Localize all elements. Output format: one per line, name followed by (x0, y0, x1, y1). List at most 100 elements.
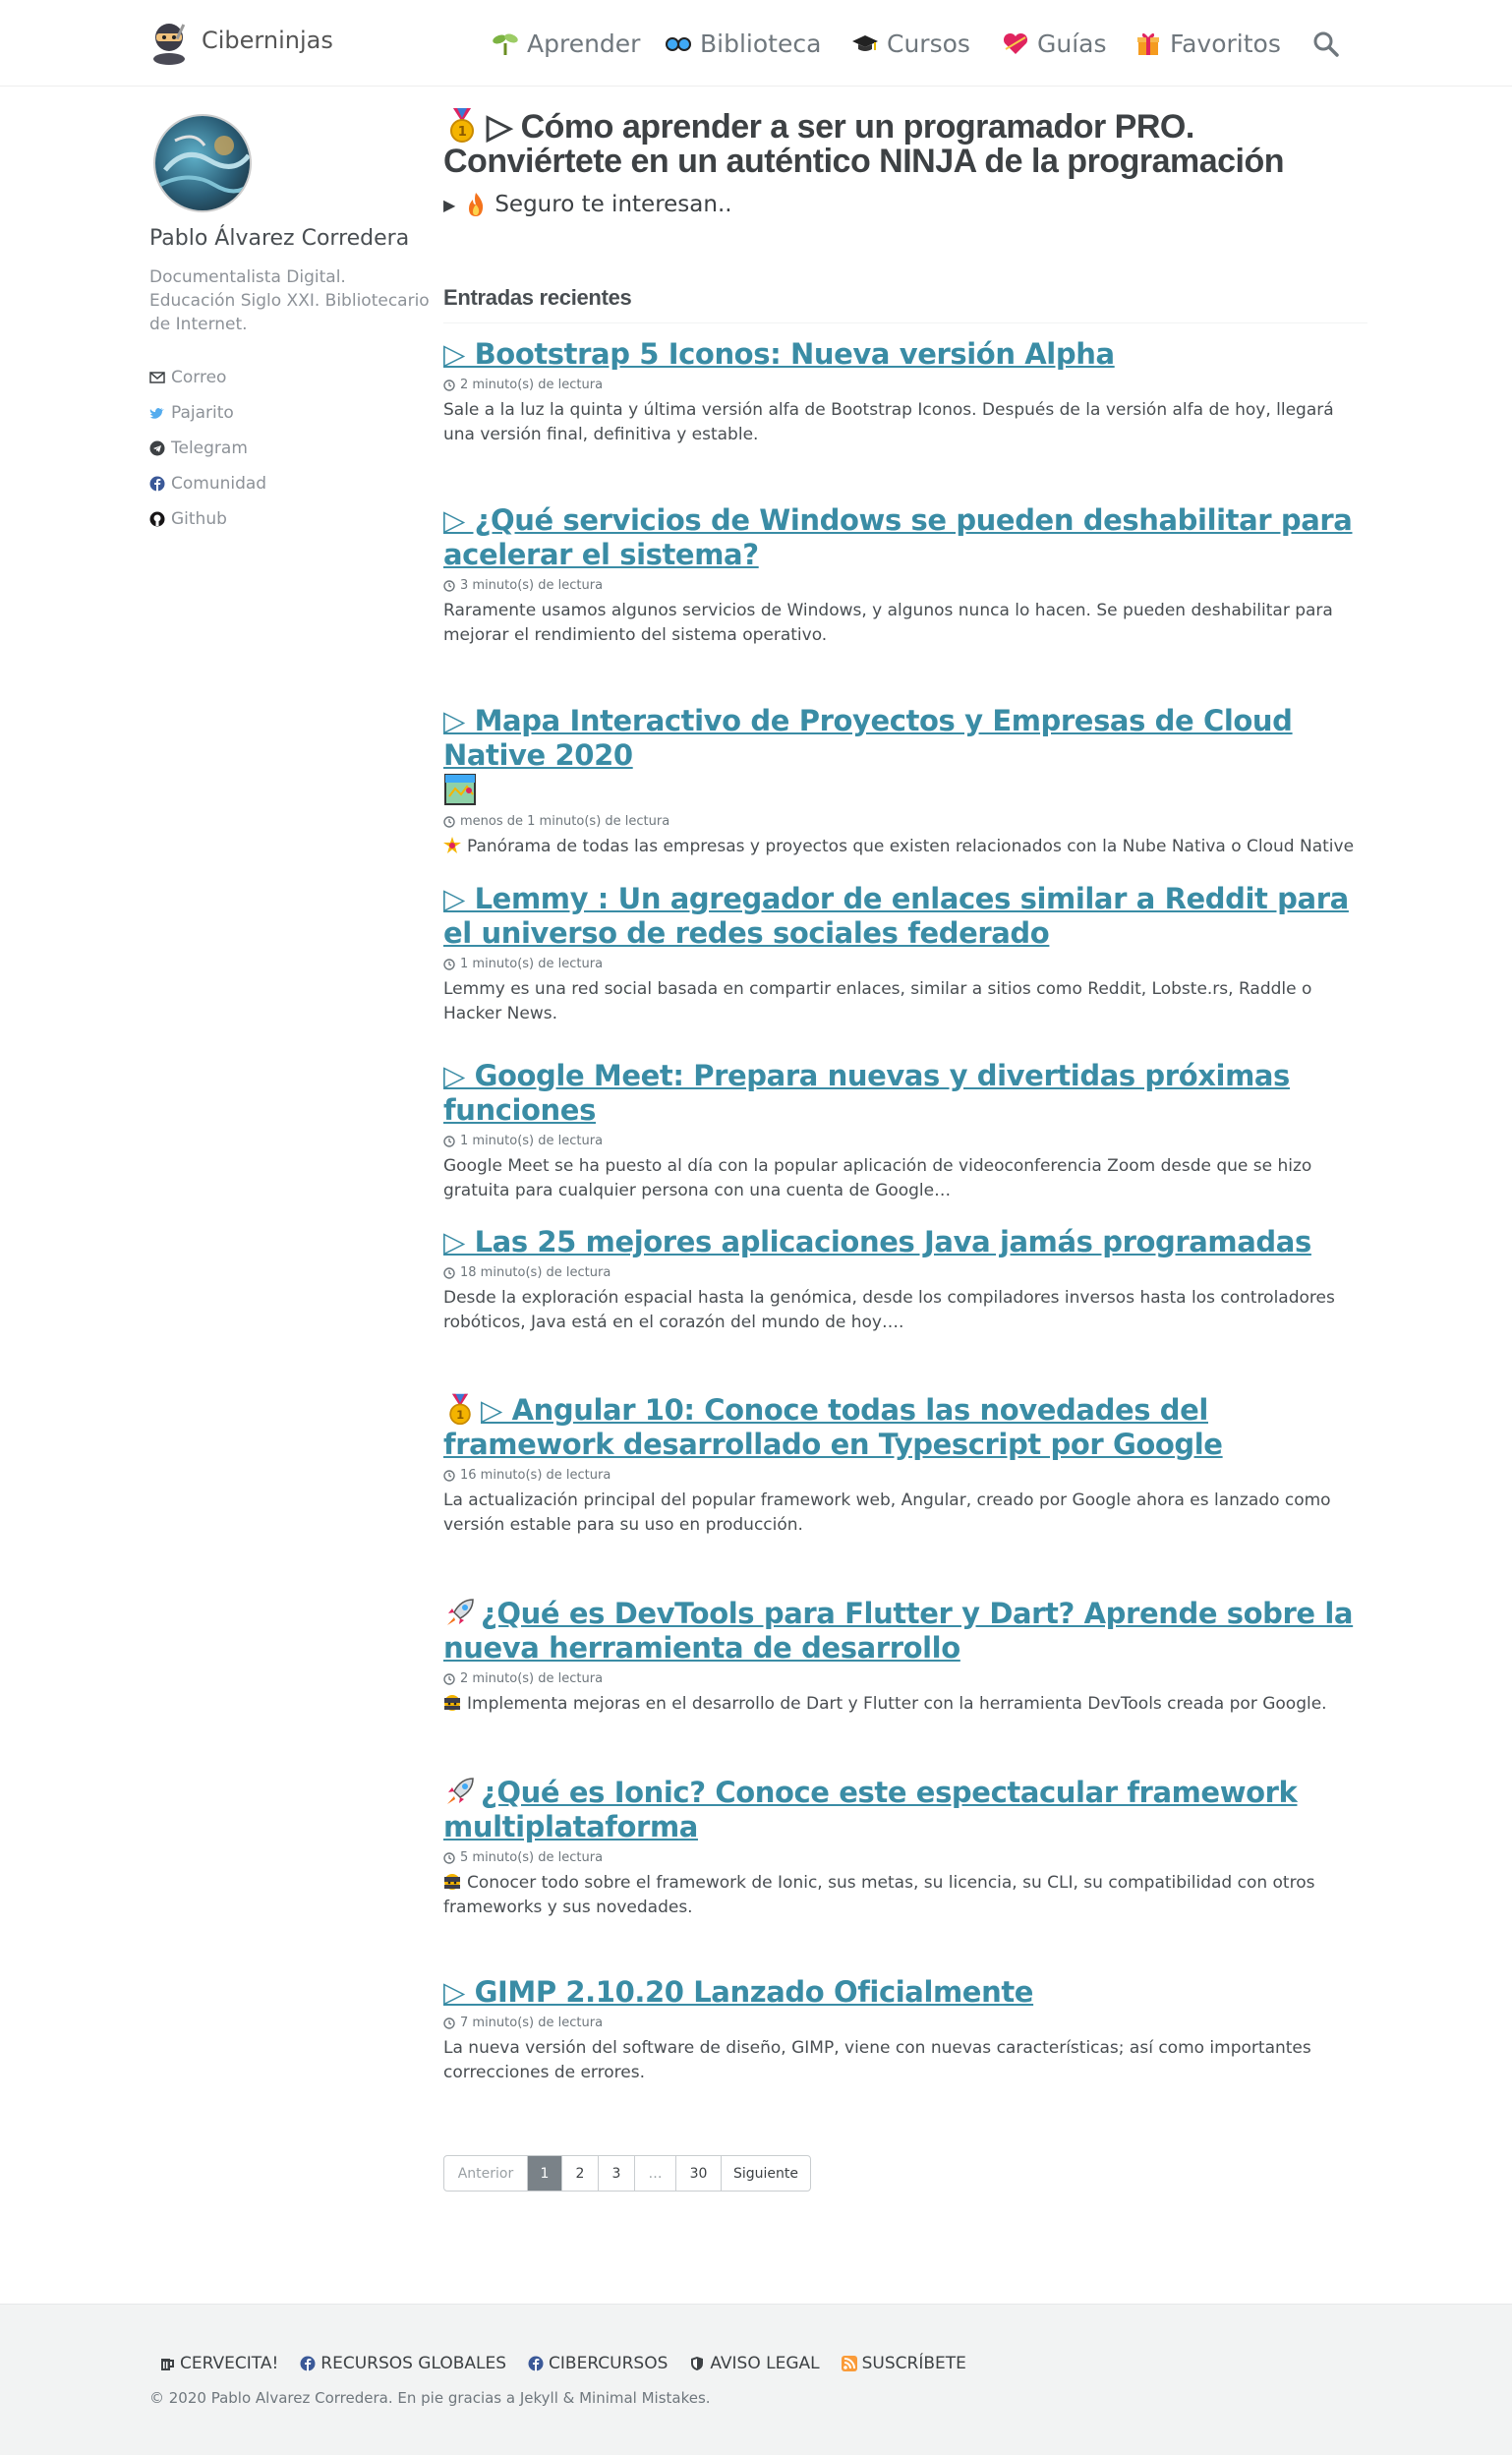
post-link[interactable]: ▷ Google Meet: Prepara nuevas y divertid… (443, 1059, 1290, 1127)
post-item: ▷ Lemmy : Un agregador de enlaces simila… (443, 882, 1367, 1026)
post-excerpt: Raramente usamos algunos servicios de Wi… (443, 601, 1333, 645)
copyright: © 2020 Pablo Alvarez Corredera. En pie g… (149, 2389, 711, 2407)
author-link-label: Comunidad (171, 474, 267, 494)
avatar-image (155, 116, 250, 210)
gift-icon (1137, 32, 1159, 55)
post-link[interactable]: ¿Qué es DevTools para Flutter y Dart? Ap… (443, 1597, 1354, 1665)
read-time: menos de 1 minuto(s) de lectura (460, 814, 670, 829)
pagination-page-30[interactable]: 30 (676, 2156, 722, 2191)
masthead: Ciberninjas Aprender Biblioteca Cursos G… (0, 0, 1512, 87)
site-footer: CERVECITA! RECURSOS GLOBALES CIBERCURSOS… (0, 2304, 1512, 2455)
post-link[interactable]: ¿Qué es Ionic? Conoce este espectacular … (443, 1776, 1298, 1843)
post-meta: 2 minuto(s) de lectura (443, 1671, 1367, 1686)
post-item: ▷ Bootstrap 5 Iconos: Nueva versión Alph… (443, 337, 1367, 447)
footer-link-suscribete[interactable]: SUSCRÍBETE (841, 2354, 966, 2373)
twitter-icon (149, 408, 164, 419)
post-link[interactable]: ▷ GIMP 2.10.20 Lanzado Oficialmente (443, 1975, 1033, 2009)
medal-icon: 1 (450, 108, 474, 143)
footer-link-cervecita[interactable]: CERVECITA! (159, 2354, 278, 2373)
post-excerpt: Panórama de todas las empresas y proyect… (443, 835, 1367, 859)
nav-item-biblioteca[interactable]: Biblioteca (665, 27, 821, 60)
author-link-github[interactable]: Github (149, 501, 395, 537)
post-excerpt-text: Conocer todo sobre el framework de Ionic… (443, 1873, 1315, 1917)
clock-icon (443, 579, 455, 592)
pagination-page-1[interactable]: 1 (528, 2156, 562, 2191)
footer-links: CERVECITA! RECURSOS GLOBALES CIBERCURSOS… (159, 2354, 988, 2373)
post-excerpt: Sale a la luz la quinta y última versión… (443, 400, 1334, 444)
nav-label: Aprender (527, 29, 641, 58)
nav-item-cursos[interactable]: Cursos (851, 27, 970, 60)
nav-item-guias[interactable]: Guías (1002, 27, 1107, 60)
nav-label: Cursos (887, 29, 970, 58)
author-link-comunidad[interactable]: Comunidad (149, 466, 395, 501)
nav-item-aprender[interactable]: Aprender (492, 27, 640, 60)
read-time: 5 minuto(s) de lectura (460, 1850, 604, 1865)
footer-link-cibercursos[interactable]: CIBERCURSOS (528, 2354, 668, 2373)
author-link-pajarito[interactable]: Pajarito (149, 395, 395, 431)
related-label: Seguro te interesan.. (494, 192, 732, 217)
rocket-icon (447, 1778, 474, 1804)
post-title: ▷ Las 25 mejores aplicaciones Java jamás… (443, 1225, 1367, 1259)
read-time: 3 minuto(s) de lectura (460, 578, 604, 593)
post-title: ▷ Mapa Interactivo de Proyectos y Empres… (443, 704, 1367, 808)
expand-triangle-icon: ▶ (443, 195, 456, 214)
author-link-label: Correo (171, 368, 227, 387)
site-title[interactable]: Ciberninjas (202, 27, 333, 54)
author-link-correo[interactable]: Correo (149, 360, 395, 395)
telegram-icon (149, 440, 165, 456)
envelope-icon (149, 372, 165, 383)
facebook-icon (149, 476, 165, 492)
post-item: ▷ Las 25 mejores aplicaciones Java jamás… (443, 1225, 1367, 1335)
recent-posts-heading: Entradas recientes (443, 285, 1367, 323)
post-link[interactable]: ▷ Las 25 mejores aplicaciones Java jamás… (443, 1225, 1311, 1258)
facebook-icon (528, 2356, 544, 2371)
post-title: ▷ Lemmy : Un agregador de enlaces simila… (443, 882, 1367, 951)
post-meta: 1 minuto(s) de lectura (443, 957, 1367, 971)
search-icon[interactable] (1311, 29, 1341, 59)
nav-label: Biblioteca (700, 29, 822, 58)
pagination-page-2[interactable]: 2 (562, 2156, 599, 2191)
post-title: ¿Qué es Ionic? Conoce este espectacular … (443, 1775, 1367, 1844)
footer-link-aviso-legal[interactable]: AVISO LEGAL (689, 2354, 820, 2373)
seedling-icon (493, 33, 518, 55)
author-name: Pablo Álvarez Corredera (149, 226, 410, 251)
footer-link-recursos[interactable]: RECURSOS GLOBALES (300, 2354, 506, 2373)
author-link-telegram[interactable]: Telegram (149, 431, 395, 466)
post-excerpt: La actualización principal del popular f… (443, 1491, 1331, 1535)
pagination-prev[interactable]: Anterior (444, 2156, 528, 2191)
facebook-icon (300, 2356, 316, 2371)
ninja-logo-icon[interactable] (149, 20, 189, 65)
post-excerpt: Conocer todo sobre el framework de Ionic… (443, 1871, 1367, 1920)
heart-icon (1003, 32, 1028, 54)
medal-icon: 1 (449, 1393, 471, 1426)
post-link[interactable]: ▷ Angular 10: Conoce todas las novedades… (443, 1393, 1223, 1461)
post-meta: 5 minuto(s) de lectura (443, 1850, 1367, 1865)
post-link[interactable]: ▷ Lemmy : Un agregador de enlaces simila… (443, 882, 1349, 950)
clock-icon (443, 379, 455, 391)
glasses-icon (666, 37, 691, 51)
nav-item-favoritos[interactable]: Favoritos (1134, 27, 1281, 60)
post-excerpt: Google Meet se ha puesto al día con la p… (443, 1156, 1312, 1200)
post-excerpt: Desde la exploración espacial hasta la g… (443, 1288, 1335, 1332)
read-time: 18 minuto(s) de lectura (460, 1265, 611, 1280)
page-title: 1 ▷ Cómo aprender a ser un programador PR… (443, 106, 1367, 179)
post-meta: 18 minuto(s) de lectura (443, 1265, 1367, 1280)
svg-text:1: 1 (456, 1408, 464, 1422)
related-toggle[interactable]: ▶ Seguro te interesan.. (443, 191, 732, 218)
post-meta: 16 minuto(s) de lectura (443, 1468, 1367, 1483)
post-title: 1 ▷ Angular 10: Conoce todas las novedade… (443, 1392, 1367, 1462)
post-item: ▷ Google Meet: Prepara nuevas y divertid… (443, 1059, 1367, 1203)
clock-icon (443, 1672, 455, 1685)
pagination-page-3[interactable]: 3 (599, 2156, 635, 2191)
clock-icon (443, 1851, 455, 1864)
pagination-next[interactable]: Siguiente (722, 2156, 810, 2191)
post-item: ▷ ¿Qué servicios de Windows se pueden de… (443, 503, 1367, 648)
read-time: 7 minuto(s) de lectura (460, 2016, 604, 2030)
read-time: 1 minuto(s) de lectura (460, 1134, 604, 1148)
post-link[interactable]: ▷ Bootstrap 5 Iconos: Nueva versión Alph… (443, 337, 1115, 371)
post-title: ¿Qué es DevTools para Flutter y Dart? Ap… (443, 1596, 1367, 1666)
post-link[interactable]: ▷ Mapa Interactivo de Proyectos y Empres… (443, 704, 1293, 772)
post-link[interactable]: ▷ ¿Qué servicios de Windows se pueden de… (443, 503, 1353, 571)
nav-label: Favoritos (1170, 29, 1281, 58)
read-time: 16 minuto(s) de lectura (460, 1468, 611, 1483)
